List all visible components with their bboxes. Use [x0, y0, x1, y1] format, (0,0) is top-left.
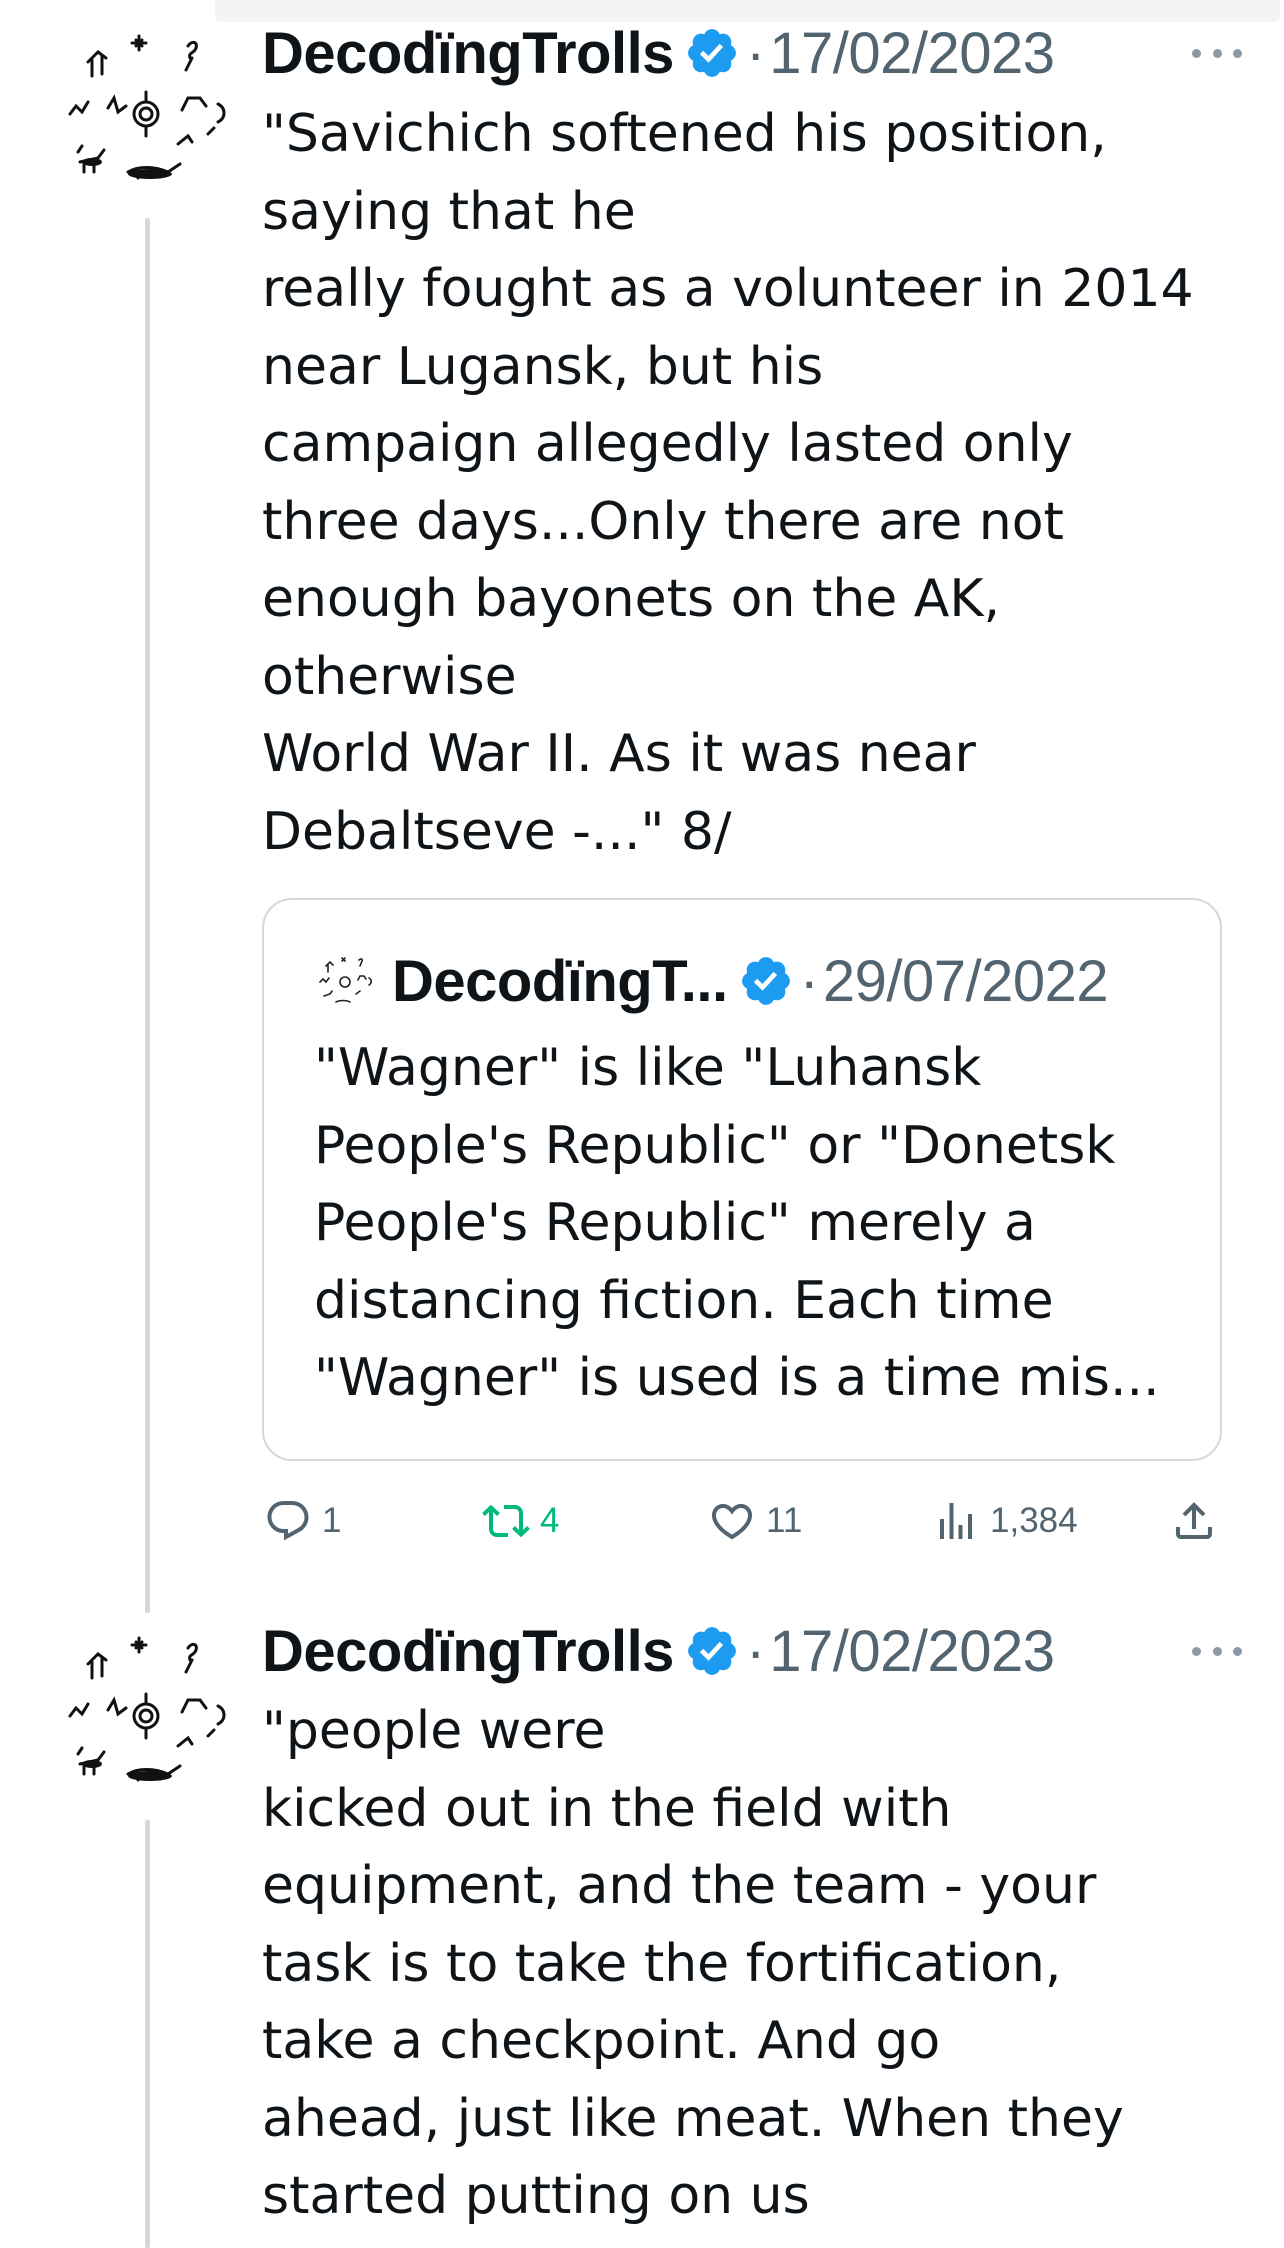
tweet-text-line: World War II. As it was near: [262, 724, 976, 784]
tweet-text-line: enough bayonets on the AK,: [262, 569, 1001, 629]
quoted-text-line: "Wagner" is like "Luhansk: [314, 1038, 982, 1098]
reply-count: 1: [322, 1501, 342, 1540]
views-button[interactable]: 1,384: [932, 1486, 1078, 1556]
tweet-text-line: saying that he: [262, 181, 636, 242]
quoted-author-name: DecodïngT...: [392, 948, 728, 1014]
quoted-text-line: People's Republic" merely a: [314, 1193, 1036, 1253]
petroglyph-avatar-icon: [68, 1636, 226, 1782]
reply-icon: [267, 1501, 309, 1541]
tweet-text-line: task is to take the fortification,: [262, 1933, 1062, 1994]
tweet-date[interactable]: 17/02/2023: [769, 20, 1055, 87]
tweet-text-line: near Lugansk, but his: [262, 336, 824, 397]
tweet-text-line: three days...Only there are not: [262, 491, 1064, 552]
tweet-date[interactable]: 17/02/2023: [769, 1618, 1055, 1685]
tweet-text-line: started putting on us: [262, 2166, 810, 2226]
more-options-icon[interactable]: [1192, 1641, 1242, 1661]
views-count: 1,384: [990, 1501, 1078, 1540]
tweet-text: "people were kicked out in the field wit…: [262, 1693, 1222, 2236]
quoted-text-line: People's Republic" or "Donetsk: [314, 1115, 1116, 1176]
petroglyph-avatar-icon: [319, 957, 373, 1003]
verified-badge-icon: [688, 29, 736, 77]
quoted-tweet-date: 29/07/2022: [822, 948, 1109, 1014]
tweet-text-line: ahead, just like meat. When they: [262, 2088, 1124, 2149]
heart-icon: [711, 1504, 753, 1540]
tweet-header: DecodïngTrolls · 17/02/2023: [262, 18, 1242, 88]
retweet-count: 4: [540, 1501, 560, 1540]
more-options-icon[interactable]: [1192, 43, 1242, 63]
separator-dot: ·: [799, 948, 819, 1014]
author-name[interactable]: DecodïngTrolls: [262, 1618, 674, 1685]
quoted-tweet-header: DecodïngT... · 29/07/2022: [314, 948, 1109, 1014]
verified-badge-icon: [741, 957, 790, 1005]
avatar[interactable]: [58, 22, 238, 202]
quoted-text-line: "Wagner" is used is a time mis...: [314, 1348, 1160, 1408]
quoted-avatar: [314, 950, 376, 1012]
separator-dot: ·: [745, 1618, 766, 1684]
separator-dot: ·: [745, 20, 766, 86]
like-count: 11: [766, 1501, 803, 1540]
tweet-text-line: "people were: [262, 1701, 606, 1761]
quoted-tweet-card[interactable]: DecodïngT... · 29/07/2022 "Wagner" is li…: [262, 898, 1222, 1461]
author-name[interactable]: DecodïngTrolls: [262, 20, 674, 87]
like-button[interactable]: 11: [708, 1486, 802, 1556]
tweet-text-line: kicked out in the field with: [262, 1778, 952, 1839]
reply-button[interactable]: 1: [264, 1486, 341, 1556]
tweet-action-bar: 1 4 11 1,384: [262, 1486, 1222, 1556]
tweet-text-line: really fought as a volunteer in 2014: [262, 259, 1194, 319]
retweet-button[interactable]: 4: [482, 1486, 559, 1556]
petroglyph-avatar-icon: [68, 34, 226, 180]
quoted-tweet-text: "Wagner" is like "Luhansk People's Repub…: [314, 1030, 1160, 1418]
tweet-text-line: take a checkpoint. And go: [262, 2011, 941, 2071]
avatar[interactable]: [58, 1624, 238, 1804]
thread-connector: [145, 1820, 150, 2248]
tweet-text-line: otherwise: [262, 646, 517, 707]
views-icon: [940, 1503, 972, 1539]
thread-connector: [145, 218, 150, 1613]
share-icon: [1176, 1502, 1212, 1539]
quoted-text-line: distancing fiction. Each time: [314, 1270, 1054, 1331]
tweet-text-line: Debaltseve -..." 8/: [262, 801, 732, 862]
tweet-text-line: campaign allegedly lasted only: [262, 414, 1073, 474]
retweet-icon: [482, 1504, 530, 1538]
tweet-text-line: "Savichich softened his position,: [262, 104, 1107, 164]
tweet-text: "Savichich softened his position, saying…: [262, 96, 1222, 871]
verified-badge-icon: [688, 1627, 736, 1675]
tweet-header: DecodïngTrolls · 17/02/2023: [262, 1616, 1242, 1686]
tweet-text-line: equipment, and the team - your: [262, 1856, 1097, 1916]
share-button[interactable]: [1170, 1486, 1218, 1556]
